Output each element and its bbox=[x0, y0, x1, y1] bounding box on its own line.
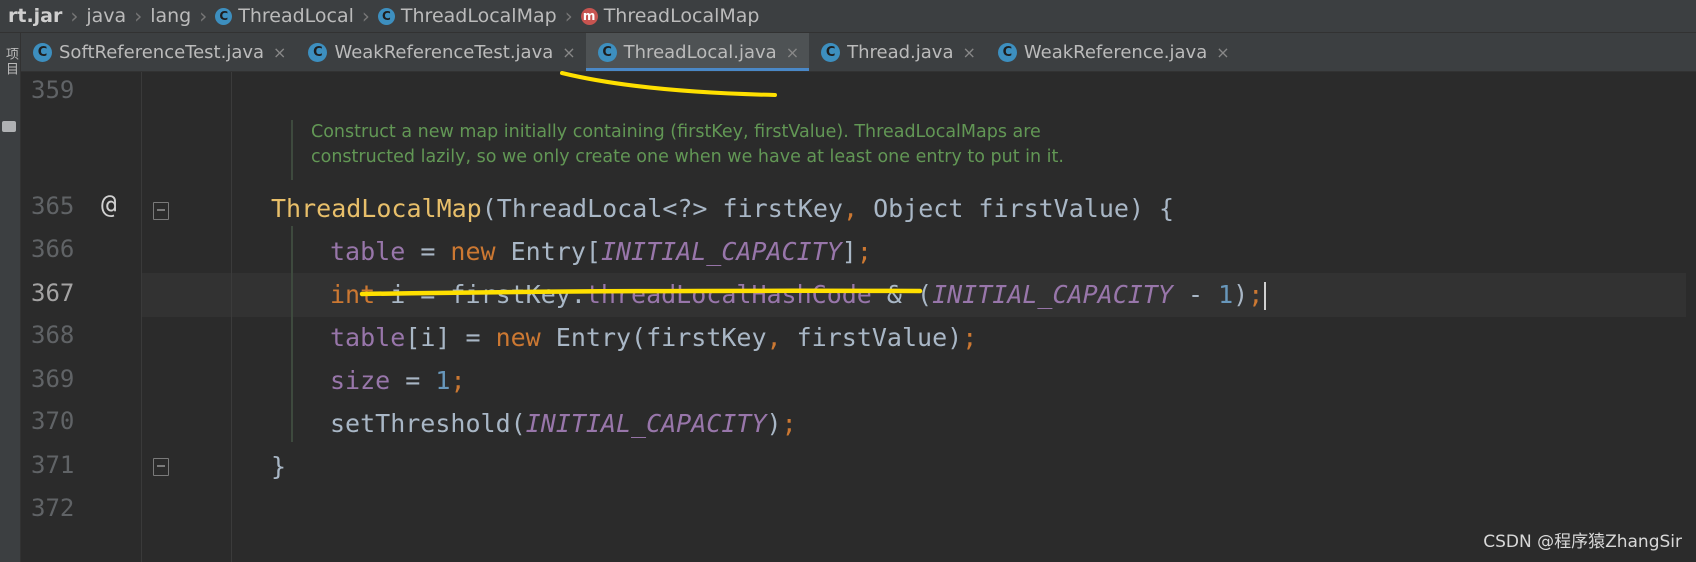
indent-guide bbox=[291, 226, 293, 442]
class-icon: C bbox=[215, 7, 233, 25]
breadcrumb-item-rt-jar[interactable]: rt.jar bbox=[0, 5, 62, 27]
line-number: 372 bbox=[31, 494, 75, 522]
tab-weakreference[interactable]: C WeakReference.java × bbox=[986, 33, 1240, 71]
close-icon[interactable]: × bbox=[1216, 43, 1229, 62]
close-icon[interactable]: × bbox=[562, 43, 575, 62]
breadcrumb-chevron-icon: › bbox=[564, 4, 573, 28]
class-icon: C bbox=[308, 42, 328, 62]
line-number: 359 bbox=[31, 76, 75, 104]
class-icon: C bbox=[821, 42, 841, 62]
code-line-367[interactable]: int i = firstKey.threadLocalHashCode & (… bbox=[330, 274, 1267, 316]
line-number: 369 bbox=[31, 365, 75, 393]
editor-scrollbar[interactable] bbox=[1686, 72, 1696, 562]
breadcrumb-item-lang[interactable]: lang bbox=[150, 5, 191, 27]
doc-line: constructed lazily, so we only create on… bbox=[311, 147, 1064, 167]
left-tool-strip: 项目 bbox=[0, 33, 21, 562]
code-line-370[interactable]: setThreshold(INITIAL_CAPACITY); bbox=[330, 403, 797, 445]
watermark: CSDN @程序猿ZhangSir bbox=[1483, 532, 1682, 552]
inner-class-icon: C bbox=[377, 7, 395, 25]
folder-icon bbox=[2, 121, 16, 132]
breadcrumb-item-threadlocal[interactable]: C ThreadLocal bbox=[215, 5, 354, 27]
class-icon: C bbox=[33, 42, 52, 62]
line-number: 366 bbox=[31, 235, 75, 263]
line-number-current: 367 bbox=[31, 279, 75, 307]
class-icon: C bbox=[597, 42, 617, 62]
code-editor[interactable]: 359 365 366 367 368 369 370 371 372 @ Co… bbox=[21, 72, 1696, 562]
tab-thread[interactable]: C Thread.java × bbox=[809, 33, 986, 71]
project-tool-window-button[interactable]: 项目 bbox=[1, 47, 20, 77]
line-number: 365 bbox=[31, 192, 75, 220]
text-caret bbox=[1264, 282, 1267, 310]
breadcrumb: rt.jar › java › lang › C ThreadLocal › C… bbox=[0, 0, 1696, 33]
doc-line: Construct a new map initially containing… bbox=[311, 122, 1041, 142]
tab-softreferencetest[interactable]: C SoftReferenceTest.java × bbox=[21, 33, 296, 71]
breadcrumb-chevron-icon: › bbox=[199, 4, 208, 28]
breadcrumb-item-java[interactable]: java bbox=[86, 5, 126, 27]
close-icon[interactable]: × bbox=[273, 43, 286, 62]
code-line-365[interactable]: ThreadLocalMap(ThreadLocal<?> firstKey, … bbox=[271, 188, 1174, 230]
line-number: 368 bbox=[31, 321, 75, 349]
line-number: 370 bbox=[31, 407, 75, 435]
breadcrumb-item-threadlocalmap-class[interactable]: C ThreadLocalMap bbox=[377, 5, 557, 27]
close-icon[interactable]: × bbox=[962, 43, 975, 62]
line-number: 371 bbox=[31, 451, 75, 479]
indent-guide bbox=[231, 72, 232, 562]
tab-threadlocal[interactable]: C ThreadLocal.java × bbox=[585, 33, 810, 71]
code-line-371[interactable]: } bbox=[271, 446, 286, 488]
close-icon[interactable]: × bbox=[786, 43, 799, 62]
gutter-separator bbox=[141, 72, 142, 562]
tab-weakreferencetest[interactable]: C WeakReferenceTest.java × bbox=[296, 33, 585, 71]
code-line-368[interactable]: table[i] = new Entry(firstKey, firstValu… bbox=[330, 317, 977, 359]
fold-collapse-icon[interactable] bbox=[153, 202, 169, 220]
breadcrumb-chevron-icon: › bbox=[361, 4, 370, 28]
editor-tab-bar: C SoftReferenceTest.java × C WeakReferen… bbox=[21, 33, 1696, 72]
breadcrumb-chevron-icon: › bbox=[70, 4, 79, 28]
rendered-doc-comment: Construct a new map initially containing… bbox=[291, 120, 1311, 180]
code-line-369[interactable]: size = 1; bbox=[330, 360, 466, 402]
code-line-366[interactable]: table = new Entry[INITIAL_CAPACITY]; bbox=[330, 231, 872, 273]
implements-marker-icon[interactable]: @ bbox=[101, 190, 117, 220]
class-icon: C bbox=[997, 42, 1017, 62]
method-icon: m bbox=[580, 7, 598, 25]
fold-collapse-icon[interactable] bbox=[153, 458, 169, 476]
breadcrumb-chevron-icon: › bbox=[134, 4, 143, 28]
breadcrumb-item-threadlocalmap-method[interactable]: m ThreadLocalMap bbox=[580, 5, 759, 27]
